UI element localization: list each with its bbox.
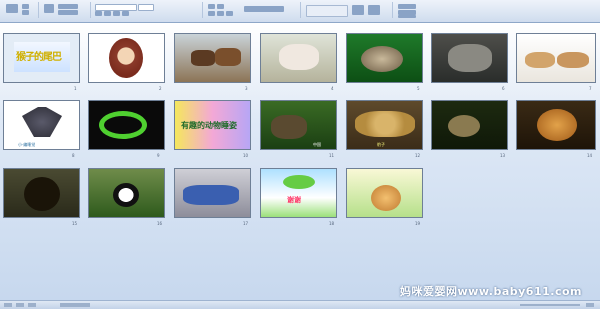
shadow-icon[interactable]	[122, 11, 129, 16]
slide-thumbnail-12[interactable]: 豹子	[346, 100, 423, 150]
layout-button[interactable]	[58, 4, 78, 9]
italic-icon[interactable]	[104, 11, 111, 16]
slide-11-logo: 中国	[313, 142, 321, 147]
slide-thumbnail-4[interactable]	[260, 33, 337, 83]
slide-number: 4	[331, 86, 334, 91]
title-slide-text: 猴子的尾巴	[16, 52, 62, 63]
arrange-button[interactable]	[352, 5, 364, 15]
ribbon-toolbar	[0, 0, 600, 23]
slide-number: 11	[329, 153, 335, 158]
ribbon-group-clipboard	[2, 2, 39, 18]
language-indicator	[60, 303, 90, 307]
slide-thumbnail-10[interactable]: 有趣的动物睡姿	[174, 100, 251, 150]
slide-thumbnail-8[interactable]: 小·编睡觉	[3, 100, 80, 150]
paste-icon[interactable]	[6, 4, 18, 13]
thanks-text: 谢谢	[287, 196, 301, 204]
reset-button[interactable]	[58, 10, 78, 15]
slide-12-caption: 豹子	[377, 142, 385, 147]
slide-number: 7	[589, 86, 592, 91]
slide-number: 3	[245, 86, 248, 91]
slide-number: 17	[243, 221, 249, 226]
slide-sorter-icon[interactable]	[16, 303, 24, 307]
slideshow-icon[interactable]	[28, 303, 36, 307]
slide-number: 8	[72, 153, 75, 158]
slide-thumbnail-14[interactable]	[516, 100, 596, 150]
ribbon-group-editing	[394, 2, 444, 18]
slide-number: 5	[417, 86, 420, 91]
slide-thumbnail-11[interactable]: 中国	[260, 100, 337, 150]
underline-icon[interactable]	[113, 11, 120, 16]
watermark: 妈咪爱婴网www.baby611.com	[400, 285, 582, 298]
slide-number: 16	[157, 221, 163, 226]
ribbon-group-font	[92, 2, 203, 18]
bold-icon[interactable]	[95, 11, 102, 16]
slide-number: 6	[502, 86, 505, 91]
select-button[interactable]	[398, 15, 416, 18]
new-slide-icon[interactable]	[44, 4, 54, 13]
slide-thumbnail-3[interactable]	[174, 33, 251, 83]
quick-styles-button[interactable]	[368, 5, 380, 15]
slide-thumbnail-2[interactable]	[88, 33, 165, 83]
slide-thumbnail-19[interactable]	[346, 168, 423, 218]
slide-number: 9	[157, 153, 160, 158]
slide-number: 19	[415, 221, 421, 226]
ribbon-group-paragraph	[204, 2, 301, 18]
slide-thumbnail-6[interactable]	[431, 33, 508, 83]
zoom-slider[interactable]	[520, 304, 580, 306]
align-right-icon[interactable]	[226, 11, 233, 16]
slide-number: 15	[72, 221, 78, 226]
normal-view-icon[interactable]	[4, 303, 12, 307]
slide-number: 13	[500, 153, 506, 158]
ribbon-group-slides	[40, 2, 91, 18]
cut-icon[interactable]	[22, 4, 29, 9]
align-center-icon[interactable]	[217, 11, 224, 16]
slide-thumbnail-13[interactable]	[431, 100, 508, 150]
shapes-gallery[interactable]	[306, 5, 348, 17]
slide-number: 1	[74, 86, 77, 91]
slide-thumbnail-7[interactable]	[516, 33, 596, 83]
fit-window-icon[interactable]	[586, 303, 594, 307]
find-button[interactable]	[398, 4, 416, 9]
bullets-icon[interactable]	[208, 4, 215, 9]
copy-icon[interactable]	[22, 10, 29, 15]
align-left-icon[interactable]	[208, 11, 215, 16]
slide-thumbnail-1[interactable]: 猴子的尾巴	[3, 33, 80, 83]
slide-thumbnail-18[interactable]: 谢谢	[260, 168, 337, 218]
monkey-cartoon	[109, 38, 143, 78]
slide-number: 10	[243, 153, 249, 158]
font-size-field[interactable]	[138, 4, 154, 11]
slide-number: 14	[587, 153, 593, 158]
slide-8-caption: 小·编睡觉	[18, 142, 36, 147]
numbering-icon[interactable]	[217, 4, 224, 9]
smartart-button[interactable]	[244, 6, 284, 12]
slide-thumbnail-5[interactable]	[346, 33, 423, 83]
slide-thumbnail-16[interactable]	[88, 168, 165, 218]
slide-thumbnail-15[interactable]	[3, 168, 80, 218]
font-name-field[interactable]	[95, 4, 137, 11]
slide-number: 2	[159, 86, 162, 91]
slide-number: 12	[415, 153, 421, 158]
slide-sorter-pane: 猴子的尾巴 小·编睡觉 有趣的动物睡姿 中国 豹子 谢谢 1 2 3 4 5 6…	[0, 23, 600, 300]
slide-thumbnail-9[interactable]	[88, 100, 165, 150]
slide-8-title: 有趣的动物睡姿	[181, 121, 237, 130]
ribbon-group-drawing	[302, 2, 393, 18]
slide-thumbnail-17[interactable]	[174, 168, 251, 218]
slide-number: 18	[329, 221, 335, 226]
